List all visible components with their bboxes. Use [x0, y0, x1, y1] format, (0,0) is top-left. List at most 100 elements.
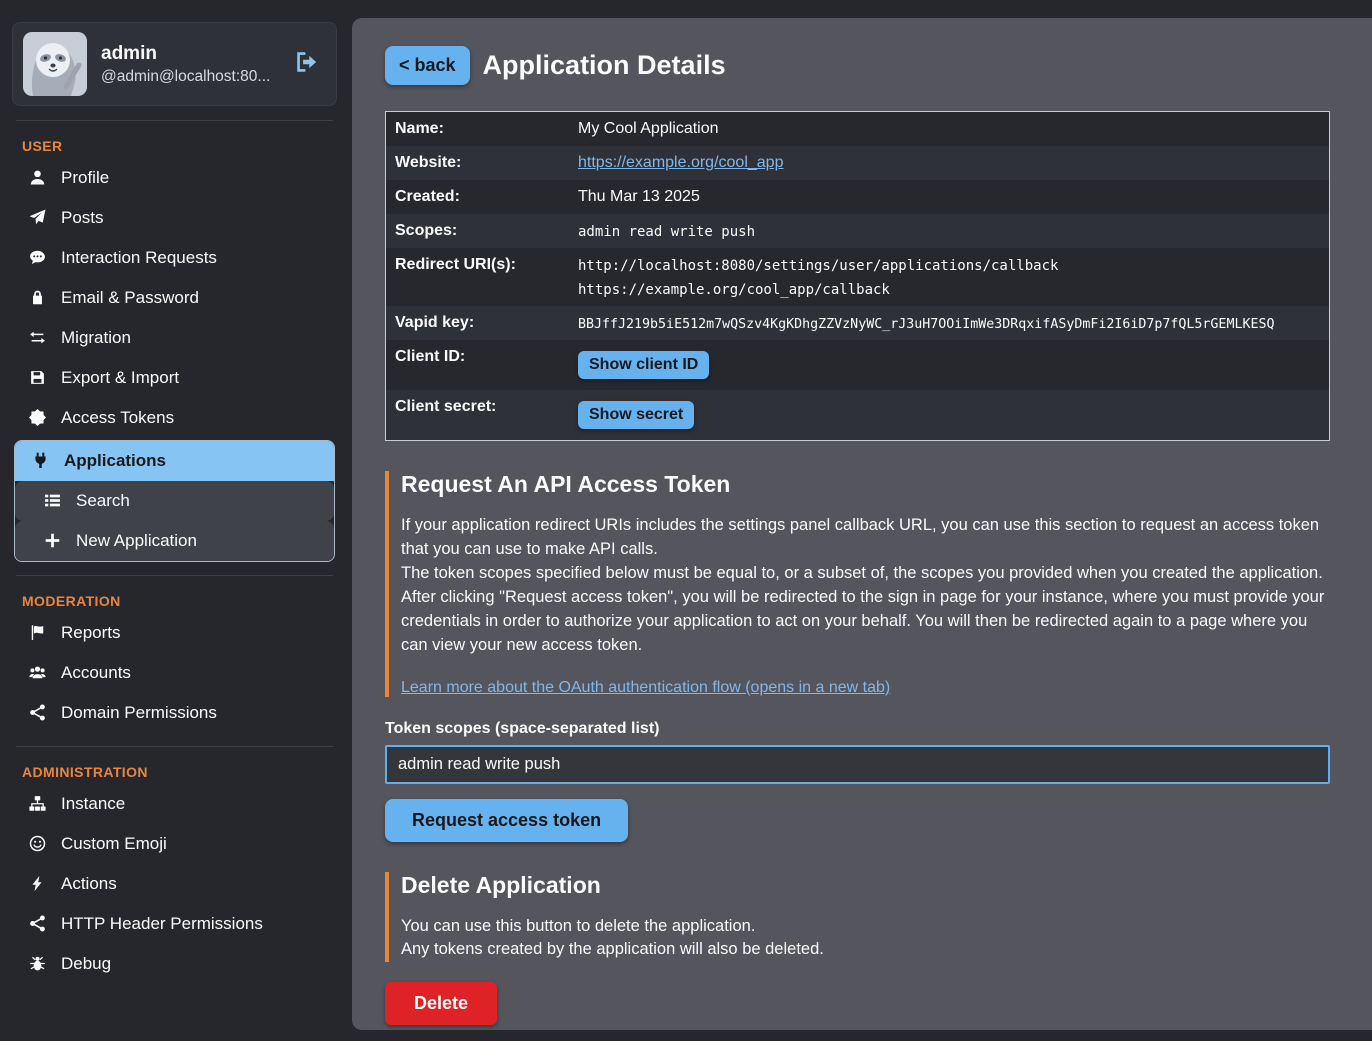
- user-icon: [26, 169, 48, 187]
- sidebar-item-profile[interactable]: Profile: [12, 158, 337, 198]
- sidebar-item-label: Accounts: [61, 663, 131, 683]
- sidebar-item-label: Reports: [61, 623, 121, 643]
- redirect-uri: https://example.org/cool_app/callback: [578, 282, 1058, 298]
- bolt-icon: [26, 875, 48, 893]
- sidebar-item-label: Export & Import: [61, 368, 179, 388]
- list-icon: [41, 492, 63, 510]
- paper-plane-icon: [26, 209, 48, 227]
- user-name: admin: [101, 43, 280, 65]
- applications-group: Applications Search New Application: [14, 440, 335, 562]
- plus-icon: [41, 532, 63, 550]
- sidebar-item-actions[interactable]: Actions: [12, 864, 337, 904]
- docs-paragraph: You can use this button to delete the ap…: [401, 915, 1330, 939]
- oauth-docs-link[interactable]: Learn more about the OAuth authenticatio…: [401, 679, 890, 697]
- app-created-value: Thu Mar 13 2025: [578, 180, 710, 214]
- sidebar-item-label: Custom Emoji: [61, 834, 167, 854]
- section-label-moderation: MODERATION: [12, 589, 337, 613]
- sign-out-icon[interactable]: [294, 49, 324, 79]
- delete-application-heading: Delete Application: [401, 872, 1330, 899]
- row-label: Redirect URI(s):: [386, 248, 578, 282]
- table-row: Client secret: Show secret: [386, 390, 1329, 440]
- sidebar-item-label: Email & Password: [61, 288, 199, 308]
- row-label: Vapid key:: [386, 306, 578, 340]
- sidebar-item-search[interactable]: Search: [15, 481, 334, 521]
- table-row: Vapid key: BBJffJ219b5iE512m7wQSzv4KgKDh…: [386, 306, 1329, 340]
- delete-application-section: Delete Application You can use this butt…: [385, 872, 1330, 963]
- main-panel: < back Application Details Name: My Cool…: [352, 18, 1372, 1030]
- sidebar-item-access-tokens[interactable]: Access Tokens: [12, 398, 337, 438]
- sidebar-item-domain-permissions[interactable]: Domain Permissions: [12, 693, 337, 733]
- app-scopes-value: admin read write push: [578, 214, 765, 248]
- plug-icon: [29, 452, 51, 470]
- sidebar-item-label: Domain Permissions: [61, 703, 217, 723]
- table-row: Name: My Cool Application: [386, 112, 1329, 146]
- client-id-cell: Show client ID: [578, 340, 719, 390]
- docs-paragraph: If your application redirect URIs includ…: [401, 514, 1330, 562]
- lock-icon: [26, 289, 48, 307]
- token-scopes-input[interactable]: [385, 745, 1330, 784]
- website-link[interactable]: https://example.org/cool_app: [578, 154, 783, 171]
- sidebar-item-http-header-permissions[interactable]: HTTP Header Permissions: [12, 904, 337, 944]
- sidebar-item-instance[interactable]: Instance: [12, 784, 337, 824]
- sidebar-item-posts[interactable]: Posts: [12, 198, 337, 238]
- page-header: < back Application Details: [385, 46, 1330, 85]
- sidebar-item-applications[interactable]: Applications: [15, 441, 334, 481]
- show-client-id-button[interactable]: Show client ID: [578, 351, 709, 379]
- row-label: Website:: [386, 146, 578, 180]
- request-token-heading: Request An API Access Token: [401, 471, 1330, 498]
- sidebar-item-migration[interactable]: Migration: [12, 318, 337, 358]
- sidebar-item-custom-emoji[interactable]: Custom Emoji: [12, 824, 337, 864]
- token-scopes-label: Token scopes (space-separated list): [385, 720, 1330, 738]
- face-smile-icon: [26, 835, 48, 853]
- show-secret-button[interactable]: Show secret: [578, 401, 694, 429]
- app-website-value: https://example.org/cool_app: [578, 146, 793, 180]
- sidebar-item-export-import[interactable]: Export & Import: [12, 358, 337, 398]
- back-button[interactable]: < back: [385, 46, 470, 85]
- sidebar-item-label: HTTP Header Permissions: [61, 914, 263, 934]
- sidebar-item-email-password[interactable]: Email & Password: [12, 278, 337, 318]
- sidebar-item-reports[interactable]: Reports: [12, 613, 337, 653]
- sitemap-icon: [26, 795, 48, 813]
- delete-application-docs: You can use this button to delete the ap…: [401, 915, 1330, 963]
- user-meta: admin @admin@localhost:80...: [101, 43, 280, 86]
- divider: [16, 575, 333, 576]
- table-row: Website: https://example.org/cool_app: [386, 146, 1329, 180]
- share-nodes-icon: [26, 704, 48, 722]
- row-label: Client secret:: [386, 390, 578, 424]
- comment-dots-icon: [26, 249, 48, 267]
- row-label: Name:: [386, 112, 578, 146]
- sidebar-item-interaction-requests[interactable]: Interaction Requests: [12, 238, 337, 278]
- delete-button[interactable]: Delete: [385, 982, 497, 1025]
- redirect-uri: http://localhost:8080/settings/user/appl…: [578, 258, 1058, 274]
- section-label-user: USER: [12, 134, 337, 158]
- section-label-administration: ADMINISTRATION: [12, 760, 337, 784]
- row-label: Client ID:: [386, 340, 578, 374]
- request-access-token-button[interactable]: Request access token: [385, 799, 628, 842]
- share-nodes-icon: [26, 915, 48, 933]
- sidebar: admin @admin@localhost:80... USER Profil…: [0, 0, 345, 1041]
- users-icon: [26, 664, 48, 682]
- table-row: Client ID: Show client ID: [386, 340, 1329, 390]
- request-token-docs: If your application redirect URIs includ…: [401, 514, 1330, 658]
- row-label: Scopes:: [386, 214, 578, 248]
- sidebar-item-new-application[interactable]: New Application: [15, 521, 334, 561]
- sidebar-item-label: Applications: [64, 451, 166, 471]
- arrows-left-right-icon: [26, 329, 48, 347]
- request-token-section: Request An API Access Token If your appl…: [385, 471, 1330, 697]
- floppy-icon: [26, 369, 48, 387]
- app-name-value: My Cool Application: [578, 112, 729, 146]
- table-row: Redirect URI(s): http://localhost:8080/s…: [386, 248, 1329, 306]
- sidebar-item-debug[interactable]: Debug: [12, 944, 337, 984]
- row-label: Created:: [386, 180, 578, 214]
- flag-icon: [26, 624, 48, 642]
- sidebar-item-label: Search: [76, 491, 130, 511]
- app-redirect-uris: http://localhost:8080/settings/user/appl…: [578, 248, 1068, 306]
- user-card[interactable]: admin @admin@localhost:80...: [12, 22, 337, 106]
- sidebar-item-label: Instance: [61, 794, 125, 814]
- sidebar-item-label: Migration: [61, 328, 131, 348]
- table-row: Created: Thu Mar 13 2025: [386, 180, 1329, 214]
- sidebar-item-label: Posts: [61, 208, 104, 228]
- sloth-avatar: [23, 32, 87, 96]
- sidebar-item-accounts[interactable]: Accounts: [12, 653, 337, 693]
- sidebar-item-label: Profile: [61, 168, 109, 188]
